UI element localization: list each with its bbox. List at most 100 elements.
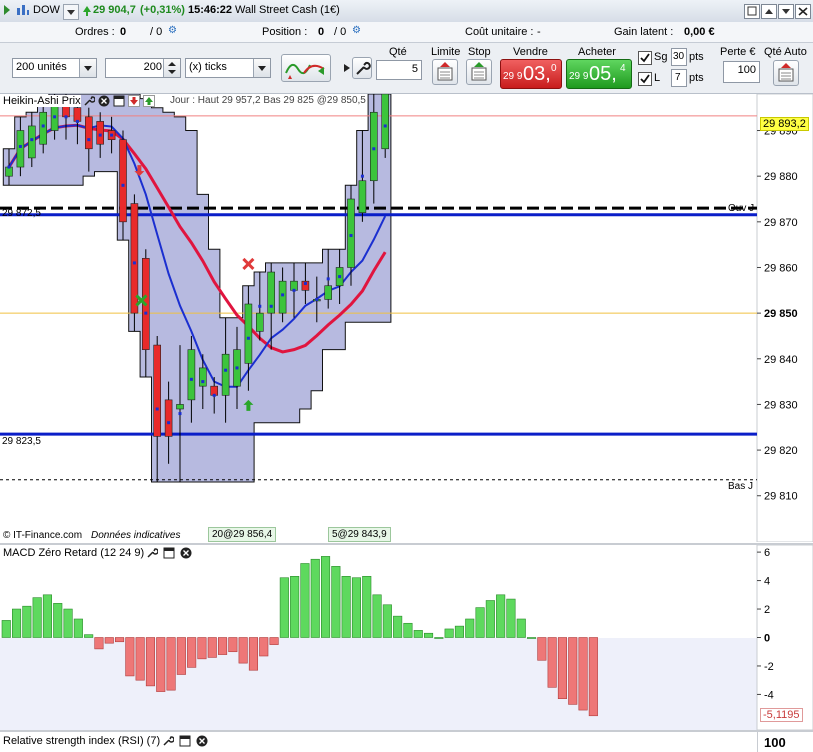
order-tag[interactable]: 20@29 856,4	[208, 527, 277, 542]
last-price: 29 904,7	[93, 4, 136, 16]
l-checkbox[interactable]	[638, 72, 652, 86]
macd-bar	[568, 637, 578, 705]
macd-bar	[393, 615, 403, 638]
macd-bar	[485, 600, 495, 638]
stop-order-icon	[471, 62, 487, 81]
candle-dot	[292, 288, 296, 292]
l-input[interactable]: 7	[671, 69, 687, 87]
macd-chart[interactable]: 6 4 2 0 -2 -4	[0, 545, 813, 730]
latent-gain-label: Gain latent :	[614, 26, 674, 38]
stop-order-button[interactable]	[466, 59, 492, 85]
close-icon[interactable]	[196, 735, 208, 747]
scroll-up-button[interactable]	[761, 4, 777, 19]
ticks-unit-select[interactable]: (x) ticks	[185, 58, 271, 78]
scroll-down-button[interactable]	[778, 4, 794, 19]
candle-dot	[281, 293, 285, 297]
rsi-panel[interactable]: Relative strength index (RSI) (7) 100	[0, 732, 813, 752]
candle-dot	[326, 277, 330, 281]
macd-bar	[1, 620, 11, 638]
price-chart[interactable]: 29 89029 88029 87029 86029 85029 84029 8…	[0, 94, 813, 542]
ticks-input-value: 200	[143, 61, 162, 73]
maximize-icon[interactable]	[163, 547, 175, 559]
menu-arrow-icon[interactable]	[2, 3, 14, 17]
macd-tick-label: 0	[764, 633, 770, 645]
candle-body	[324, 285, 333, 300]
candle-body	[153, 344, 161, 437]
candle-dot	[132, 261, 136, 265]
maximize-icon[interactable]	[179, 735, 191, 747]
loss-input[interactable]: 100	[723, 61, 760, 83]
order-tag[interactable]: 5@29 843,9	[328, 527, 391, 542]
candle-dot	[212, 393, 216, 397]
position-total: / 0	[334, 26, 347, 38]
qty-input-value: 5	[411, 63, 418, 75]
window-restore-button[interactable]	[744, 4, 760, 19]
qty-auto-button[interactable]	[773, 60, 799, 86]
close-icon[interactable]	[180, 547, 192, 559]
ticks-input[interactable]: 200	[105, 58, 181, 78]
wrench-icon[interactable]	[162, 735, 175, 747]
orders-gear-icon[interactable]: ⚙	[168, 25, 177, 36]
strategy-icon	[285, 63, 325, 79]
buy-button[interactable]: 29 9 05, 4	[566, 59, 632, 89]
macd-bar	[454, 625, 465, 638]
sell-price-last: 0	[551, 63, 557, 74]
sg-checkbox[interactable]	[638, 51, 652, 65]
macd-last-value: -5,1195	[760, 708, 803, 722]
macd-bar	[578, 637, 588, 711]
macd-bar	[53, 603, 63, 638]
sg-input[interactable]: 30	[671, 48, 687, 66]
stop-label: Stop	[468, 46, 491, 58]
macd-bar	[63, 608, 73, 638]
close-icon[interactable]	[98, 95, 110, 107]
sell-arrow-icon[interactable]	[128, 95, 140, 107]
macd-bar	[248, 637, 258, 671]
macd-bar	[228, 637, 238, 653]
candle-dot	[224, 368, 228, 372]
wrench-icon[interactable]	[83, 95, 96, 107]
candle-dot	[315, 297, 319, 301]
close-window-button[interactable]	[795, 4, 811, 19]
order-toolbar: 200 unités 200 (x) ticks Qté 5 Limite St…	[0, 43, 813, 94]
macd-bar	[496, 594, 506, 638]
strategy-button[interactable]	[281, 54, 331, 82]
macd-panel-title: MACD Zéro Retard (12 24 9)	[3, 547, 145, 559]
sell-button[interactable]: 29 9 03, 0	[500, 59, 562, 89]
candle-body	[358, 180, 367, 213]
macd-tick-label: -4	[764, 689, 774, 701]
qty-input[interactable]: 5	[376, 60, 422, 80]
macd-bar	[372, 594, 382, 638]
candle-dot	[303, 281, 307, 285]
buy-arrow-icon[interactable]	[143, 95, 155, 107]
symbol-label: DOW	[33, 4, 60, 16]
l-label: L	[654, 72, 661, 84]
candle-body	[85, 116, 93, 150]
macd-bar	[22, 605, 32, 638]
wrench-icon[interactable]	[146, 547, 159, 559]
candle-dot	[41, 124, 45, 128]
macd-bar	[290, 576, 300, 638]
expand-arrow-icon[interactable]	[343, 62, 351, 74]
candle-dot	[110, 133, 114, 137]
candle-dot	[349, 234, 353, 238]
spinner-icon[interactable]	[163, 59, 180, 77]
symbol-dropdown-button[interactable]	[63, 4, 79, 20]
low-day-label: Bas J	[728, 481, 754, 492]
maximize-icon[interactable]	[113, 95, 125, 107]
price-tick-label: 29 810	[764, 491, 798, 503]
limit-order-button[interactable]	[432, 59, 458, 85]
candle-dot	[189, 377, 193, 381]
chart-type-icon[interactable]	[16, 4, 30, 16]
loss-label: Perte €	[720, 46, 756, 58]
macd-bar	[187, 637, 197, 668]
candle-dot	[121, 183, 125, 187]
wrench-button[interactable]	[352, 57, 372, 79]
open-day-label: Ouv J	[728, 203, 755, 214]
macd-bar	[588, 637, 598, 717]
position-gear-icon[interactable]: ⚙	[352, 25, 361, 36]
copyright-label: © IT-Finance.com	[3, 530, 83, 541]
units-select[interactable]: 200 unités	[12, 58, 97, 78]
candle-body	[39, 111, 48, 145]
candle-dot	[269, 304, 273, 308]
last-price-tag: 29 893,2	[760, 117, 809, 131]
